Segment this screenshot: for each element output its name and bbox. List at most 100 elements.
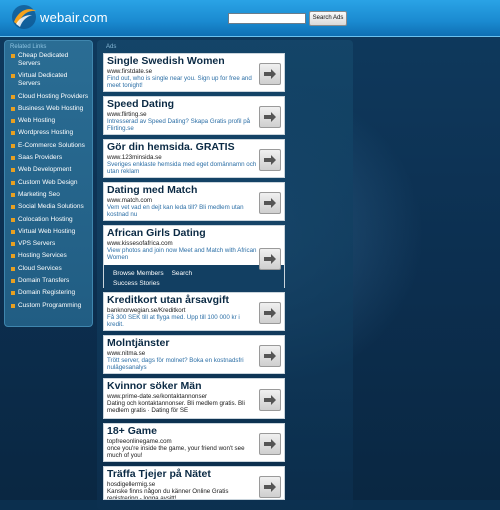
ad-item[interactable]: Gör din hemsida. GRATIS www.123minsida.s…	[103, 139, 285, 178]
sidebar-item-label[interactable]: E-Commerce Solutions	[18, 142, 85, 150]
sidebar-item-e-commerce-solutions[interactable]: E-Commerce Solutions	[11, 142, 89, 150]
ad-title[interactable]: Gör din hemsida. GRATIS	[107, 141, 281, 154]
ad-title[interactable]: Kreditkort utan årsavgift	[107, 294, 281, 307]
sidebar-item-label[interactable]: Saas Providers	[18, 154, 62, 162]
sitelink-success-stories[interactable]: Success Stories	[113, 280, 160, 287]
sidebar-item-virtual-dedicated-servers[interactable]: Virtual Dedicated Servers	[11, 72, 89, 88]
ad-item[interactable]: Molntjänster www.nitma.se Trött server, …	[103, 335, 285, 374]
ad-item[interactable]: Single Swedish Women www.firstdate.se Fi…	[103, 53, 285, 92]
sidebar-item-label[interactable]: Business Web Hosting	[18, 105, 83, 113]
sidebar-item-cheap-dedicated-servers[interactable]: Cheap Dedicated Servers	[11, 52, 89, 68]
sidebar-item-vps-servers[interactable]: VPS Servers	[11, 240, 89, 248]
sidebar-item-label[interactable]: Social Media Solutions	[18, 203, 84, 211]
sidebar-item-marketing-seo[interactable]: Marketing Seo	[11, 191, 89, 199]
sidebar-item-cloud-hosting-providers[interactable]: Cloud Hosting Providers	[11, 93, 89, 101]
sidebar-item-web-hosting[interactable]: Web Hosting	[11, 117, 89, 125]
ad-url[interactable]: www.flirting.se	[107, 111, 281, 118]
arrow-right-icon[interactable]	[259, 476, 281, 498]
sidebar-item-label[interactable]: Virtual Web Hosting	[18, 228, 75, 236]
bullet-icon	[11, 106, 15, 111]
arrow-right-icon[interactable]	[259, 345, 281, 367]
ad-title[interactable]: Träffa Tjejer på Nätet	[107, 468, 281, 481]
ad-url[interactable]: www.match.com	[107, 197, 281, 204]
ad-title[interactable]: Speed Dating	[107, 98, 281, 111]
ad-url[interactable]: hosdigellermig.se	[107, 481, 281, 488]
ad-item[interactable]: Dating med Match www.match.com Vem vet v…	[103, 182, 285, 221]
sidebar-item-web-development[interactable]: Web Development	[11, 166, 89, 174]
sidebar-item-label[interactable]: Colocation Hosting	[18, 216, 73, 224]
sidebar-item-label[interactable]: Domain Transfers	[18, 277, 69, 285]
ad-url[interactable]: www.kissesofafrica.com	[107, 240, 281, 247]
sidebar-item-custom-web-design[interactable]: Custom Web Design	[11, 179, 89, 187]
arrow-right-icon[interactable]	[259, 389, 281, 411]
ad-item[interactable]: Speed Dating www.flirting.se Intresserad…	[103, 96, 285, 135]
sidebar-item-label[interactable]: Cheap Dedicated Servers	[18, 52, 89, 68]
webair-logo-icon[interactable]	[10, 3, 38, 31]
sidebar-item-hosting-services[interactable]: Hosting Services	[11, 252, 89, 260]
sidebar-item-custom-programming[interactable]: Custom Programming	[11, 302, 89, 310]
ad-title[interactable]: Kvinnor söker Män	[107, 380, 281, 393]
sidebar-item-label[interactable]: Virtual Dedicated Servers	[18, 72, 89, 88]
bullet-icon	[11, 291, 15, 296]
bullet-icon	[11, 192, 15, 197]
ad-url[interactable]: www.prime-date.se/kontaktannonser	[107, 393, 281, 400]
bullet-icon	[11, 254, 15, 259]
sidebar-item-virtual-web-hosting[interactable]: Virtual Web Hosting	[11, 228, 89, 236]
sidebar-item-label[interactable]: Custom Programming	[18, 302, 81, 310]
sidebar-item-label[interactable]: Web Development	[18, 166, 71, 174]
ad-description: Find out, who is single near you. Sign u…	[107, 75, 252, 90]
ad-item[interactable]: Träffa Tjejer på Nätet hosdigellermig.se…	[103, 466, 285, 500]
sidebar-item-label[interactable]: VPS Servers	[18, 240, 55, 248]
ad-description: Vem vet vad en dejt kan leda till? Bli m…	[107, 204, 244, 219]
ad-url[interactable]: www.123minsida.se	[107, 154, 281, 161]
arrow-right-icon[interactable]	[259, 106, 281, 128]
sitelink-browse-members[interactable]: Browse Members	[113, 270, 164, 277]
sidebar-item-label[interactable]: Cloud Services	[18, 265, 62, 273]
ad-item[interactable]: Kvinnor söker Män www.prime-date.se/kont…	[103, 378, 285, 419]
sidebar-item-domain-transfers[interactable]: Domain Transfers	[11, 277, 89, 285]
bullet-icon	[11, 242, 15, 247]
arrow-right-icon[interactable]	[259, 192, 281, 214]
sidebar-item-label[interactable]: Hosting Services	[18, 252, 67, 260]
arrow-right-icon[interactable]	[259, 248, 281, 270]
sidebar-item-domain-registering[interactable]: Domain Registering	[11, 289, 89, 297]
ad-url[interactable]: banknorwegian.se/Kreditkort	[107, 307, 281, 314]
sidebar-item-label[interactable]: Web Hosting	[18, 117, 55, 125]
ad-description: Sveriges enklaste hemsida med eget domän…	[107, 161, 257, 176]
ad-title[interactable]: African Girls Dating	[107, 227, 281, 240]
bullet-icon	[11, 156, 15, 161]
search-input[interactable]	[228, 13, 306, 24]
ad-item[interactable]: 18+ Game topfreeonlinegame.com once you'…	[103, 423, 285, 462]
site-name[interactable]: webair.com	[40, 10, 108, 25]
ad-item[interactable]: Kreditkort utan årsavgift banknorwegian.…	[103, 292, 285, 331]
sidebar-item-label[interactable]: Marketing Seo	[18, 191, 60, 199]
related-links-title: Related Links	[10, 44, 47, 50]
sitelinks: Browse Members Search Success Stories	[104, 264, 284, 290]
ad-title[interactable]: Molntjänster	[107, 337, 281, 350]
sidebar-item-cloud-services[interactable]: Cloud Services	[11, 265, 89, 273]
sidebar-item-social-media-solutions[interactable]: Social Media Solutions	[11, 203, 89, 211]
arrow-right-icon[interactable]	[259, 63, 281, 85]
sidebar-item-label[interactable]: Domain Registering	[18, 289, 75, 297]
arrow-right-icon[interactable]	[259, 149, 281, 171]
arrow-right-icon[interactable]	[259, 433, 281, 455]
sidebar-item-label[interactable]: Wordpress Hosting	[18, 129, 73, 137]
ad-item[interactable]: African Girls Dating www.kissesofafrica.…	[103, 225, 285, 290]
sidebar-item-label[interactable]: Cloud Hosting Providers	[18, 93, 88, 101]
search-ads-button[interactable]: Search Ads	[309, 11, 347, 26]
sidebar-item-business-web-hosting[interactable]: Business Web Hosting	[11, 105, 89, 113]
sidebar-item-wordpress-hosting[interactable]: Wordpress Hosting	[11, 129, 89, 137]
sitelink-search[interactable]: Search	[172, 270, 193, 277]
ad-url[interactable]: www.firstdate.se	[107, 68, 281, 75]
ad-url[interactable]: www.nitma.se	[107, 350, 281, 357]
sidebar-item-label[interactable]: Custom Web Design	[18, 179, 78, 187]
sidebar-item-colocation-hosting[interactable]: Colocation Hosting	[11, 216, 89, 224]
bullet-icon	[11, 205, 15, 210]
sidebar-item-saas-providers[interactable]: Saas Providers	[11, 154, 89, 162]
ad-title[interactable]: Dating med Match	[107, 184, 281, 197]
bullet-icon	[11, 180, 15, 185]
ad-title[interactable]: 18+ Game	[107, 425, 281, 438]
ad-url[interactable]: topfreeonlinegame.com	[107, 438, 281, 445]
arrow-right-icon[interactable]	[259, 302, 281, 324]
ad-title[interactable]: Single Swedish Women	[107, 55, 281, 68]
